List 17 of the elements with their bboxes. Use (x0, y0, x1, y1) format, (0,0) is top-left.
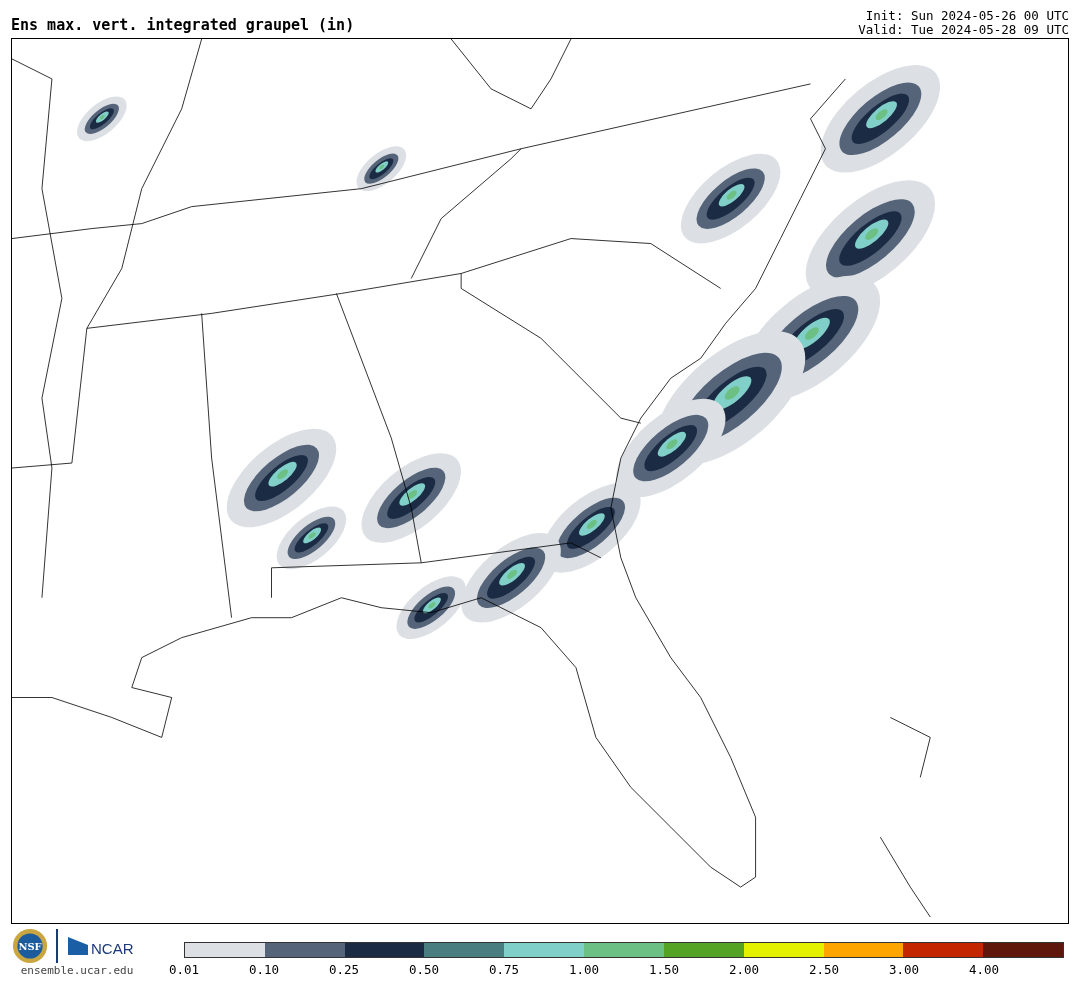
colorbar-tick-label: 0.25 (328, 962, 360, 977)
ncar-logo: NCAR (66, 935, 142, 957)
init-time: Init: Sun 2024-05-26 00 UTC (865, 9, 1069, 23)
colorbar-tick-label: 1.00 (568, 962, 600, 977)
colorbar-tick-label: 0.75 (488, 962, 520, 977)
colorbar-tick-label: 2.50 (808, 962, 840, 977)
valid-time: Valid: Tue 2024-05-28 09 UTC (858, 23, 1069, 37)
colorbar-tick-label: 1.50 (648, 962, 680, 977)
colorbar-tick-label: 4.00 (968, 962, 1000, 977)
colorbar-tick-label: 3.00 (888, 962, 920, 977)
colorbar-tick-label: 2.00 (728, 962, 760, 977)
colorbar-tick-label: 0.10 (248, 962, 280, 977)
colorbar-tick-label: 0.50 (408, 962, 440, 977)
colorbar-tick-label: 0.01 (168, 962, 200, 977)
chart-title: Ens max. vert. integrated graupel (in) (11, 16, 355, 36)
nsf-logo: NSF (12, 928, 48, 964)
site-url: ensemble.ucar.edu (20, 964, 134, 977)
